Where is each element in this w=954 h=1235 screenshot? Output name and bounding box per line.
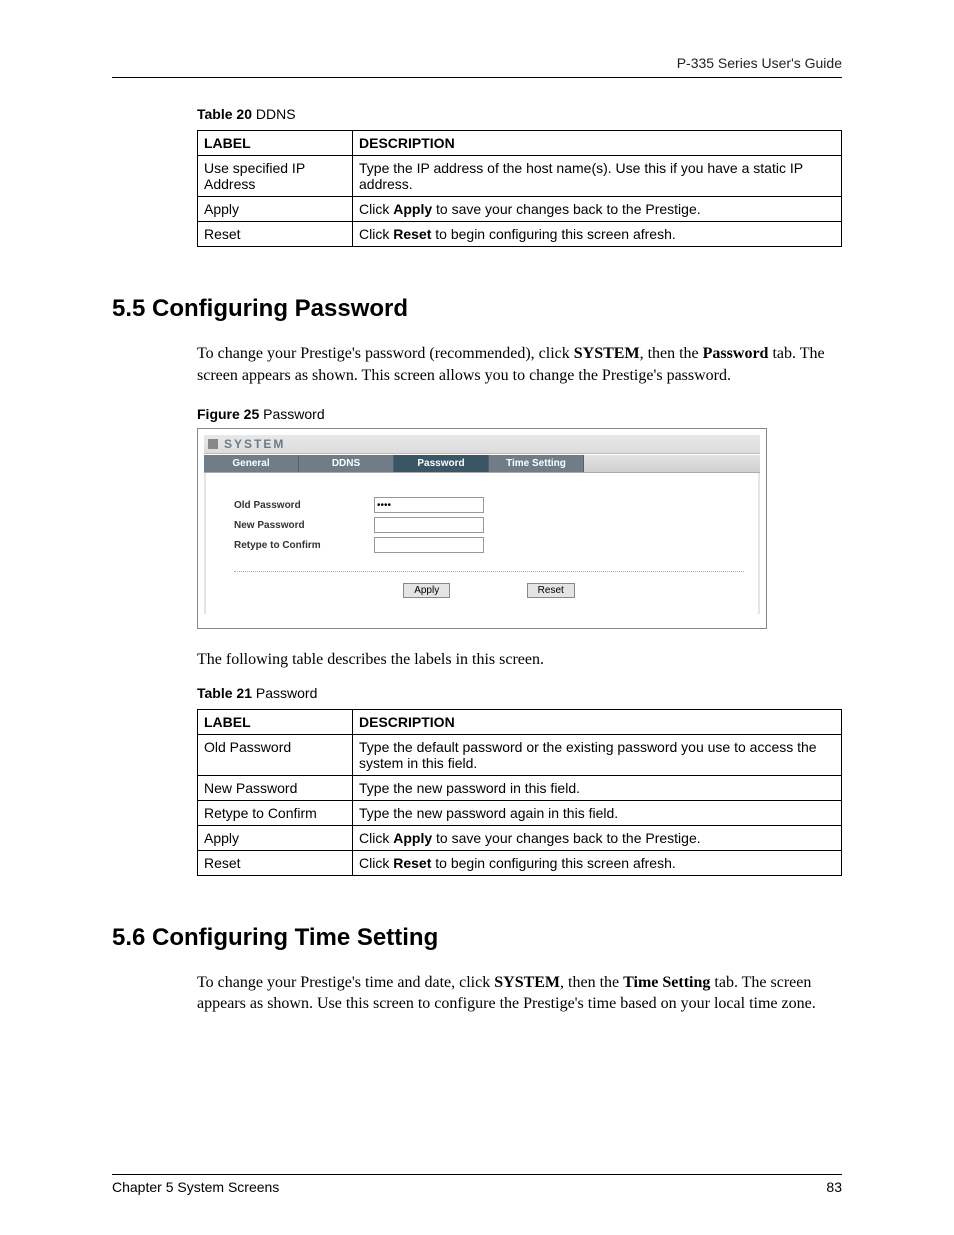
tab-ddns[interactable]: DDNS (299, 455, 394, 472)
tab-general[interactable]: General (204, 455, 299, 472)
cell-label: Retype to Confirm (198, 800, 353, 825)
section-5-6-heading: 5.6 Configuring Time Setting (112, 924, 842, 952)
figure25-caption-prefix: Figure 25 (197, 406, 259, 422)
header-guide-title: P-335 Series User's Guide (112, 55, 842, 77)
table-row: Retype to Confirm Type the new password … (198, 800, 842, 825)
table20-caption: Table 20 DDNS (197, 106, 842, 122)
footer-rule (112, 1174, 842, 1175)
para-after-figure: The following table describes the labels… (197, 649, 842, 671)
dotted-separator (234, 571, 744, 572)
section-5-5-heading: 5.5 Configuring Password (112, 295, 842, 323)
tab-password[interactable]: Password (394, 455, 489, 472)
table-row: Use specified IP Address Type the IP add… (198, 156, 842, 197)
reset-button[interactable]: Reset (527, 583, 575, 598)
table-row: Reset Click Reset to begin configuring t… (198, 222, 842, 247)
cell-label: New Password (198, 775, 353, 800)
retype-input[interactable] (374, 537, 484, 553)
table21: LABEL DESCRIPTION Old Password Type the … (197, 709, 842, 876)
cell-desc: Type the IP address of the host name(s).… (353, 156, 842, 197)
table21-header-label: LABEL (198, 709, 353, 734)
table20-header-desc: DESCRIPTION (353, 131, 842, 156)
table-row: Apply Click Apply to save your changes b… (198, 825, 842, 850)
section-5-6-paragraph: To change your Prestige's time and date,… (197, 972, 842, 1015)
form-row-new-password: New Password (234, 517, 744, 533)
table20-header-label: LABEL (198, 131, 353, 156)
cell-desc: Click Apply to save your changes back to… (353, 197, 842, 222)
form-row-retype: Retype to Confirm (234, 537, 744, 553)
cell-desc: Type the default password or the existin… (353, 734, 842, 775)
table20-caption-text: DDNS (252, 106, 296, 122)
form-row-old-password: Old Password (234, 497, 744, 513)
apply-button[interactable]: Apply (403, 583, 450, 598)
cell-label: Reset (198, 222, 353, 247)
cell-label: Use specified IP Address (198, 156, 353, 197)
figure25-caption-text: Password (259, 406, 324, 422)
tab-spacer (584, 455, 760, 472)
tab-time-setting[interactable]: Time Setting (489, 455, 584, 472)
table-row: Apply Click Apply to save your changes b… (198, 197, 842, 222)
new-password-input[interactable] (374, 517, 484, 533)
section-5-5-paragraph: To change your Prestige's password (reco… (197, 343, 842, 386)
table-row: Reset Click Reset to begin configuring t… (198, 850, 842, 875)
footer-page-number: 83 (826, 1179, 842, 1195)
system-title: SYSTEM (224, 437, 285, 451)
button-row: Apply Reset (234, 580, 744, 604)
retype-label: Retype to Confirm (234, 540, 374, 551)
table21-caption: Table 21 Password (197, 685, 842, 701)
cell-desc: Type the new password again in this fiel… (353, 800, 842, 825)
figure25-screenshot: SYSTEM General DDNS Password Time Settin… (197, 428, 767, 629)
table21-header-desc: DESCRIPTION (353, 709, 842, 734)
cell-label: Apply (198, 825, 353, 850)
cell-desc: Type the new password in this field. (353, 775, 842, 800)
table-row: New Password Type the new password in th… (198, 775, 842, 800)
tab-row: General DDNS Password Time Setting (204, 454, 760, 473)
password-form: Old Password New Password Retype to Conf… (204, 473, 760, 614)
table20-caption-prefix: Table 20 (197, 106, 252, 122)
figure25-caption: Figure 25 Password (197, 406, 842, 422)
cell-label: Apply (198, 197, 353, 222)
cell-label: Old Password (198, 734, 353, 775)
footer-chapter: Chapter 5 System Screens (112, 1179, 279, 1195)
cell-label: Reset (198, 850, 353, 875)
system-bullet-icon (208, 439, 218, 449)
cell-desc: Click Apply to save your changes back to… (353, 825, 842, 850)
old-password-input[interactable] (374, 497, 484, 513)
header-rule (112, 77, 842, 78)
cell-desc: Click Reset to begin configuring this sc… (353, 850, 842, 875)
table20: LABEL DESCRIPTION Use specified IP Addre… (197, 130, 842, 247)
old-password-label: Old Password (234, 500, 374, 511)
new-password-label: New Password (234, 520, 374, 531)
cell-desc: Click Reset to begin configuring this sc… (353, 222, 842, 247)
system-title-bar: SYSTEM (204, 435, 760, 454)
table21-caption-prefix: Table 21 (197, 685, 252, 701)
table21-caption-text: Password (252, 685, 317, 701)
table-row: Old Password Type the default password o… (198, 734, 842, 775)
